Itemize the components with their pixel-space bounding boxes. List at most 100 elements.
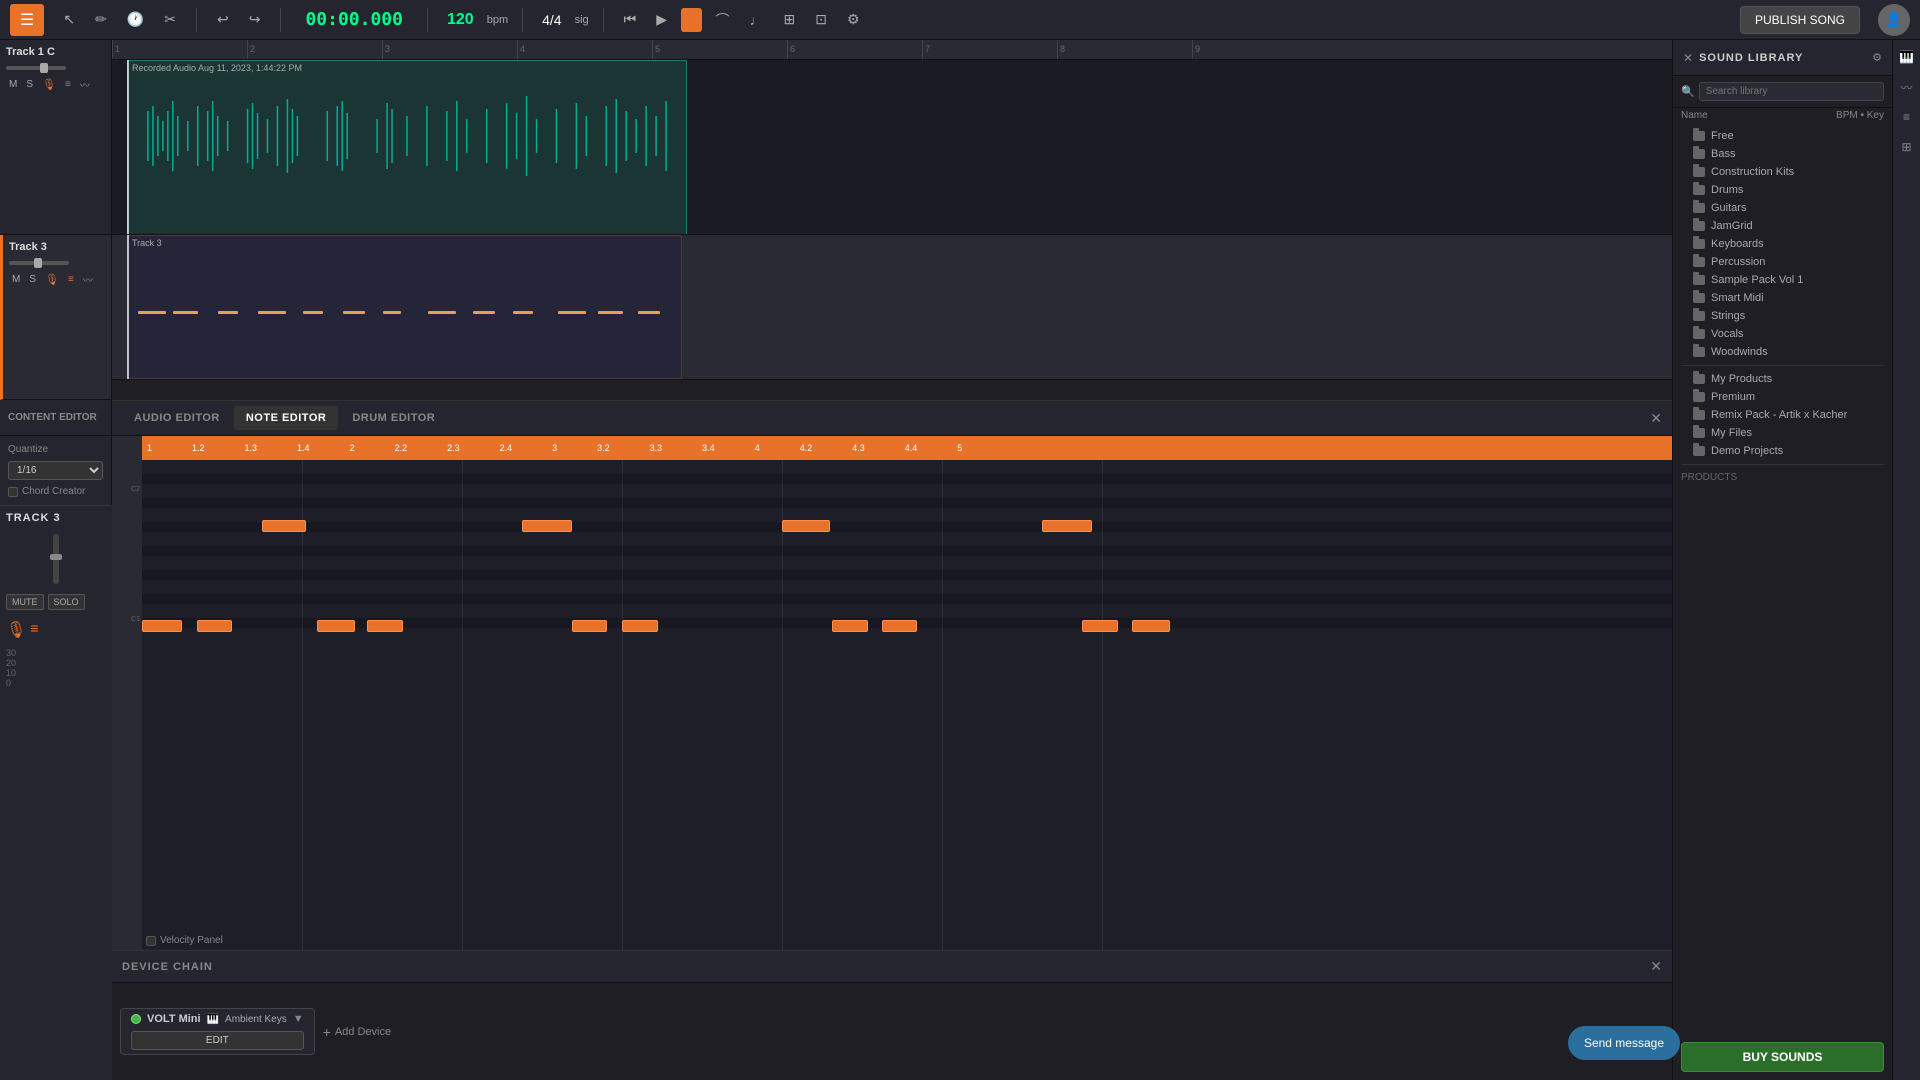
loop-button[interactable]: ⌒: [710, 6, 736, 34]
redo-button[interactable]: ↪: [243, 7, 267, 32]
track3-mute-button[interactable]: M: [9, 273, 23, 286]
piano-roll-grid[interactable]: 1 1.2 1.3 1.4 2 2.2 2.3 2.4 3 3.2 3.3 3.…: [142, 436, 1672, 950]
library-item-my-files[interactable]: My Files: [1673, 424, 1892, 442]
pr-note[interactable]: [522, 520, 572, 532]
pencil-tool-button[interactable]: ✏: [89, 7, 113, 32]
pr-note[interactable]: [882, 620, 917, 632]
track3-solo-button[interactable]: S: [26, 273, 39, 286]
black-key-row: [142, 570, 1672, 580]
send-message-button[interactable]: Send message: [1568, 1026, 1680, 1060]
pr-note[interactable]: [367, 620, 403, 632]
metronome-button[interactable]: ♩: [744, 8, 770, 32]
edge-wave-button[interactable]: 〰: [1896, 76, 1918, 98]
snap-button[interactable]: ⊞: [778, 7, 802, 32]
track3-midi-clip[interactable]: Track 3: [127, 235, 682, 379]
track3-lane[interactable]: Track 3: [112, 235, 1672, 380]
pr-note[interactable]: [832, 620, 868, 632]
device-power-indicator[interactable]: [131, 1014, 141, 1024]
rewind-button[interactable]: ⏮: [618, 7, 643, 32]
cut-button[interactable]: ✂: [158, 7, 182, 32]
library-item-sample-pack[interactable]: Sample Pack Vol 1: [1673, 271, 1892, 289]
clock-icon[interactable]: 🕐: [121, 7, 150, 32]
library-item-smart-midi[interactable]: Smart Midi: [1673, 289, 1892, 307]
track1-mute-button[interactable]: M: [6, 78, 20, 91]
library-item-premium[interactable]: Premium: [1673, 388, 1892, 406]
tools-button[interactable]: ⚙: [841, 7, 866, 32]
pr-note[interactable]: [782, 520, 830, 532]
track1-arm-button[interactable]: 🎙: [39, 77, 59, 92]
library-item-jamgrid[interactable]: JamGrid: [1673, 217, 1892, 235]
track1-lane[interactable]: Recorded Audio Aug 11, 2023, 1:44:22 PM: [112, 60, 1672, 235]
toolbar: ☰ ↖ ✏ 🕐 ✂ ↩ ↪ 00:00.000 120 bpm 4/4 sig …: [0, 0, 1920, 40]
chord-creator-checkbox[interactable]: [8, 487, 18, 497]
device-edit-button[interactable]: EDIT: [131, 1031, 304, 1050]
library-item-keyboards[interactable]: Keyboards: [1673, 235, 1892, 253]
track1-wave-button[interactable]: 〰: [77, 76, 93, 93]
folder-icon: [1693, 149, 1705, 159]
pr-note[interactable]: [572, 620, 607, 632]
library-item-drums[interactable]: Drums: [1673, 181, 1892, 199]
edge-eq-button[interactable]: ≡: [1896, 106, 1918, 128]
library-item-remix-pack[interactable]: Remix Pack - Artik x Kacher: [1673, 406, 1892, 424]
publish-song-button[interactable]: PUBLISH SONG: [1740, 6, 1860, 34]
device-expand-icon[interactable]: ▼: [293, 1013, 304, 1025]
close-editor-button[interactable]: ✕: [1650, 410, 1662, 427]
track3-wave-button[interactable]: 〰: [80, 271, 96, 288]
quantize-select[interactable]: 1/161/81/4: [8, 461, 103, 480]
library-item-bass[interactable]: Bass: [1673, 145, 1892, 163]
track1-solo-button[interactable]: S: [23, 78, 36, 91]
drum-editor-tab[interactable]: DRUM EDITOR: [340, 406, 447, 430]
library-item-my-products[interactable]: My Products: [1673, 370, 1892, 388]
hamburger-button[interactable]: ☰: [10, 4, 44, 36]
add-device-button[interactable]: + Add Device: [323, 1024, 391, 1040]
track3-mic-icon[interactable]: 🎙: [6, 620, 26, 640]
track3-arm-button[interactable]: 🎙: [42, 272, 62, 287]
pr-note[interactable]: [197, 620, 232, 632]
pr-note[interactable]: [1132, 620, 1170, 632]
track3-mute-bottom-button[interactable]: MUTE: [6, 594, 44, 610]
library-item-guitars[interactable]: Guitars: [1673, 199, 1892, 217]
library-item-percussion[interactable]: Percussion: [1673, 253, 1892, 271]
track1-volume-slider[interactable]: [6, 66, 66, 70]
record-button[interactable]: ●: [681, 8, 701, 32]
track3-fader[interactable]: [53, 534, 59, 584]
track3-solo-bottom-button[interactable]: SOLO: [48, 594, 85, 610]
sound-library-title: SOUND LIBRARY: [1699, 52, 1803, 64]
sound-library-settings-icon[interactable]: ⚙: [1872, 51, 1882, 64]
pr-note[interactable]: [317, 620, 355, 632]
edge-grid-button[interactable]: ⊞: [1896, 136, 1918, 158]
library-search-input[interactable]: [1699, 82, 1884, 101]
select-tool-button[interactable]: ↖: [57, 7, 81, 32]
pr-note[interactable]: [622, 620, 658, 632]
velocity-panel-checkbox[interactable]: [146, 936, 156, 946]
library-item-demo-projects[interactable]: Demo Projects: [1673, 442, 1892, 460]
library-item-vocals[interactable]: Vocals: [1673, 325, 1892, 343]
library-item-strings[interactable]: Strings: [1673, 307, 1892, 325]
pr-note[interactable]: [142, 620, 182, 632]
undo-button[interactable]: ↩: [211, 7, 235, 32]
library-item-woodwinds[interactable]: Woodwinds: [1673, 343, 1892, 361]
buy-sounds-button[interactable]: BUY SOUNDS: [1681, 1042, 1884, 1072]
track3-header: Track 3 M S 🎙 ≡ 〰: [0, 235, 111, 400]
track3-volume-slider[interactable]: [9, 261, 69, 265]
user-avatar[interactable]: 👤: [1878, 4, 1910, 36]
play-button[interactable]: ▶: [650, 7, 673, 32]
sound-library-close-icon[interactable]: ✕: [1683, 51, 1693, 65]
close-device-chain-button[interactable]: ✕: [1650, 958, 1662, 975]
edge-piano-button[interactable]: 🎹: [1896, 46, 1918, 68]
bottom-area: CONTENT EDITOR Quantize 1/161/81/4 Chord…: [0, 400, 1672, 1080]
track3-eq-button[interactable]: ≡: [65, 273, 77, 286]
note-editor-tab[interactable]: NOTE EDITOR: [234, 406, 338, 430]
midi-note: [473, 311, 495, 314]
audio-editor-tab[interactable]: AUDIO EDITOR: [122, 406, 232, 430]
pr-note[interactable]: [262, 520, 306, 532]
library-item-free[interactable]: Free: [1673, 127, 1892, 145]
track3-fader-thumb: [50, 554, 62, 560]
pr-note[interactable]: [1082, 620, 1118, 632]
library-item-construction-kits[interactable]: Construction Kits: [1673, 163, 1892, 181]
track1-eq-button[interactable]: ≡: [62, 78, 74, 91]
track1-audio-clip[interactable]: Recorded Audio Aug 11, 2023, 1:44:22 PM: [127, 60, 687, 235]
pr-note[interactable]: [1042, 520, 1092, 532]
quantize-button[interactable]: ⊡: [809, 7, 833, 32]
track3-eq-icon[interactable]: ≡: [30, 620, 38, 640]
